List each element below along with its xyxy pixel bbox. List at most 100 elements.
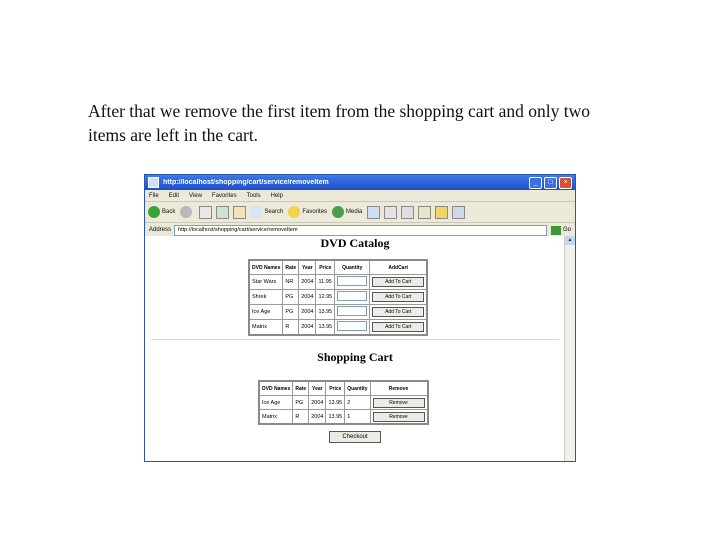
cart-header-row: DVD Names Rate Year Price Quantity Remov… — [258, 380, 428, 396]
cart-cell-quantity: 1 — [344, 409, 371, 425]
quantity-input[interactable] — [337, 306, 368, 316]
table-row: Star Wars NR 2004 11.95 Add To Cart — [248, 274, 428, 290]
vertical-scrollbar[interactable]: ▲ — [564, 236, 575, 461]
add-to-cart-button[interactable]: Add To Cart — [372, 292, 425, 302]
page-content: DVD Catalog DVD Names Rate Year Price Qu… — [145, 236, 565, 461]
catalog-header-names: DVD Names — [248, 259, 284, 275]
cart-header-names: DVD Names — [258, 380, 294, 396]
cart-cell-price: 13.95 — [325, 395, 346, 410]
quantity-input[interactable] — [337, 321, 368, 331]
cart-header-rate: Rate — [292, 380, 310, 396]
favorites-button[interactable]: Favorites — [288, 206, 327, 218]
quantity-input[interactable] — [337, 291, 368, 301]
catalog-quantity-cell — [334, 304, 371, 320]
caption-line-2: items are left in the cart. — [88, 125, 259, 145]
catalog-header-quantity: Quantity — [334, 259, 371, 275]
remove-button[interactable]: Remove — [372, 411, 425, 422]
ie-icon — [148, 177, 159, 188]
catalog-cell-name: Star Wars — [248, 274, 284, 290]
checkout-button[interactable]: Checkout — [329, 431, 381, 443]
minimize-button[interactable]: _ — [529, 176, 542, 189]
add-to-cart-button[interactable]: Add To Cart — [372, 307, 425, 317]
caption-line-1: After that we remove the first item from… — [88, 101, 591, 121]
cart-cell-rate: R — [292, 409, 310, 425]
catalog-quantity-cell — [334, 319, 371, 336]
catalog-cell-price: 12.95 — [315, 289, 336, 305]
cart-cell-rate: PG — [292, 395, 310, 410]
home-icon[interactable] — [233, 205, 247, 219]
catalog-cell-name: Shrek — [248, 289, 284, 305]
edit-icon[interactable] — [418, 205, 432, 219]
address-input[interactable]: http://localhost/shopping/cart/service/r… — [174, 224, 547, 236]
remove-button[interactable]: Remove — [372, 397, 425, 408]
catalog-title: DVD Catalog — [320, 236, 390, 250]
catalog-header-row: DVD Names Rate Year Price Quantity AddCa… — [248, 259, 428, 275]
media-button[interactable]: Media — [332, 206, 362, 218]
messenger-icon[interactable] — [452, 205, 466, 219]
cart-header-quantity: Quantity — [344, 380, 371, 396]
catalog-cell-price: 11.95 — [315, 274, 336, 290]
cart-cell-year: 2004 — [308, 409, 327, 425]
catalog-header-price: Price — [315, 259, 336, 275]
maximize-button[interactable]: □ — [544, 176, 557, 189]
go-arrow-icon[interactable] — [550, 225, 561, 235]
stop-icon[interactable] — [199, 205, 213, 219]
cart-cell-name: Ice Age — [258, 395, 294, 410]
catalog-addcart-cell: Add To Cart — [369, 289, 428, 305]
catalog-cell-year: 2004 — [298, 304, 317, 320]
catalog-cell-price: 13.95 — [315, 319, 336, 336]
catalog-header-year: Year — [298, 259, 317, 275]
catalog-cell-rate: PG — [282, 289, 300, 305]
toolbar: Back Search Favorites Media — [145, 202, 575, 223]
cart-table: DVD Names Rate Year Price Quantity Remov… — [258, 380, 429, 425]
catalog-cell-rate: NR — [282, 274, 300, 290]
cart-cell-price: 13.95 — [325, 409, 346, 425]
catalog-quantity-cell — [334, 274, 371, 290]
menu-favorites[interactable]: Favorites — [212, 193, 237, 199]
menu-tools[interactable]: Tools — [247, 193, 261, 199]
table-row: Ice Age PG 2004 13.95 2 Remove — [258, 395, 428, 410]
slide-caption: After that we remove the first item from… — [88, 99, 688, 147]
table-row: Ice Age PG 2004 13.95 Add To Cart — [248, 304, 428, 320]
catalog-addcart-cell: Add To Cart — [369, 274, 428, 290]
add-to-cart-button[interactable]: Add To Cart — [372, 277, 425, 287]
star-icon — [288, 206, 301, 218]
table-row: Shrek PG 2004 12.95 Add To Cart — [248, 289, 428, 305]
search-button[interactable]: Search — [250, 206, 283, 218]
refresh-icon[interactable] — [216, 205, 230, 219]
mail-icon[interactable] — [384, 205, 398, 219]
add-to-cart-button[interactable]: Add To Cart — [372, 322, 425, 332]
back-button[interactable]: Back — [148, 206, 175, 218]
scroll-up-icon[interactable]: ▲ — [565, 236, 575, 245]
cart-header-price: Price — [325, 380, 346, 396]
cart-header-remove: Remove — [369, 380, 428, 396]
history-icon[interactable] — [367, 205, 381, 219]
menu-help[interactable]: Help — [271, 193, 283, 199]
catalog-header-addcart: AddCart — [369, 259, 428, 275]
quantity-input[interactable] — [337, 276, 368, 286]
menu-file[interactable]: File — [149, 193, 159, 199]
search-icon — [250, 206, 263, 218]
forward-button[interactable] — [180, 206, 194, 218]
table-row: Matrix R 2004 13.95 Add To Cart — [248, 319, 428, 336]
print-icon[interactable] — [401, 205, 415, 219]
browser-window: http://localhost/shopping/cart/service/r… — [144, 174, 576, 462]
forward-arrow-icon — [180, 206, 193, 218]
section-divider — [151, 339, 559, 340]
menu-bar: File Edit View Favorites Tools Help — [145, 190, 575, 202]
cart-cell-quantity: 2 — [344, 395, 371, 410]
catalog-cell-rate: PG — [282, 304, 300, 320]
cart-remove-cell: Remove — [369, 409, 428, 425]
catalog-cell-year: 2004 — [298, 319, 317, 336]
close-button[interactable]: × — [559, 176, 572, 189]
menu-view[interactable]: View — [189, 193, 202, 199]
cart-cell-name: Matrix — [258, 409, 294, 425]
menu-edit[interactable]: Edit — [169, 193, 179, 199]
table-row: Matrix R 2004 13.95 1 Remove — [258, 409, 428, 425]
folder-icon[interactable] — [435, 205, 449, 219]
catalog-cell-year: 2004 — [298, 289, 317, 305]
catalog-cell-rate: R — [282, 319, 300, 336]
catalog-quantity-cell — [334, 289, 371, 305]
address-label: Address — [149, 227, 172, 233]
go-label[interactable]: Go — [563, 227, 571, 233]
